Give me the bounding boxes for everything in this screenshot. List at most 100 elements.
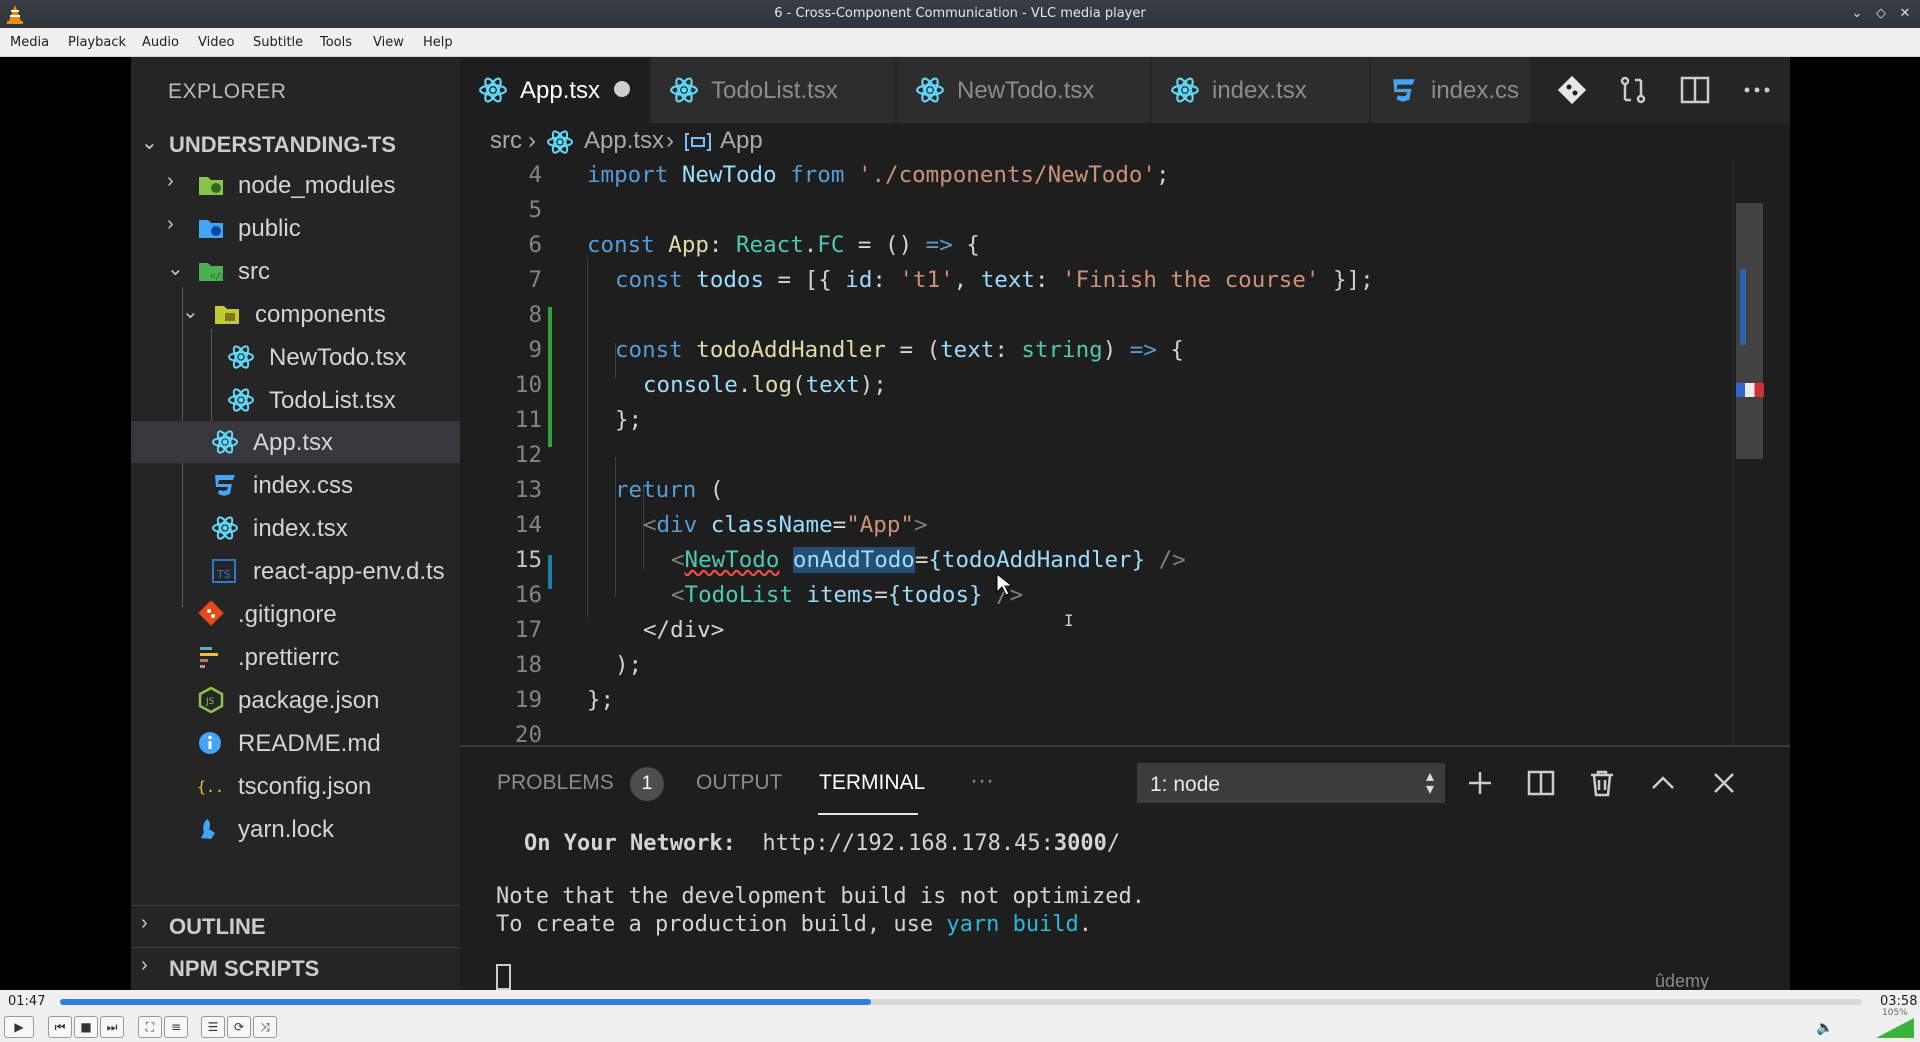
previous-button[interactable]: ⏮	[48, 1016, 72, 1038]
volume-fill	[1876, 1018, 1914, 1038]
extended-settings-button[interactable]: ≡	[164, 1016, 188, 1038]
tree-item-components[interactable]: ⌄ components	[131, 293, 460, 335]
tab-index-css[interactable]: index.cs	[1371, 57, 1531, 123]
speaker-icon[interactable]: 🔈	[1816, 1020, 1833, 1036]
text-cursor-icon: I	[1064, 611, 1074, 630]
next-button[interactable]: ⏭	[100, 1016, 124, 1038]
tree-item-react-app-env[interactable]: TS react-app-env.d.ts	[131, 550, 460, 592]
window-titlebar: 6 - Cross-Component Communication - VLC …	[0, 0, 1920, 28]
menu-audio[interactable]: Audio	[142, 35, 179, 50]
line-number: 20	[514, 722, 542, 745]
menu-view[interactable]: View	[373, 35, 404, 50]
git-compare-icon[interactable]	[1555, 73, 1589, 107]
tree-item-prettierrc[interactable]: .prettierrc	[131, 636, 460, 678]
react-icon	[228, 388, 254, 412]
tab-newtodo-tsx[interactable]: NewTodo.tsx	[897, 57, 1151, 123]
tab-index-tsx[interactable]: index.tsx	[1152, 57, 1370, 123]
fullscreen-button[interactable]: ⛶	[138, 1016, 162, 1038]
loop-button[interactable]: ⟳	[227, 1016, 251, 1038]
outline-section[interactable]: › OUTLINE	[131, 905, 460, 945]
menu-tools[interactable]: Tools	[320, 35, 352, 50]
seek-bar-fill	[60, 999, 871, 1005]
code-editor: App.tsx TodoList.tsx NewTodo.tsx index.t…	[460, 57, 1790, 745]
tree-item-yarn-lock[interactable]: yarn.lock	[131, 808, 460, 850]
menu-video[interactable]: Video	[198, 35, 234, 50]
tree-item-gitignore[interactable]: .gitignore	[131, 593, 460, 635]
project-header[interactable]: ⌄ UNDERSTANDING-TS	[131, 123, 460, 163]
menu-subtitle[interactable]: Subtitle	[253, 35, 303, 50]
tree-item-todolist[interactable]: TodoList.tsx	[131, 379, 460, 421]
panel-tab-output[interactable]: OUTPUT	[696, 771, 782, 795]
restore-button[interactable]: ◇	[1872, 5, 1890, 23]
code-line: 9 const todoAddHandler = (text: string) =…	[460, 334, 1730, 369]
code-area[interactable]: 4 import NewTodo from './components/NewTo…	[460, 159, 1790, 745]
code-line: 16 <TodoList items={todos} />	[460, 579, 1730, 614]
tab-todolist-tsx[interactable]: TodoList.tsx	[651, 57, 896, 123]
tree-item-label: node_modules	[238, 172, 396, 199]
shuffle-button[interactable]: ⤨	[253, 1016, 277, 1038]
tree-item-index-tsx[interactable]: index.tsx	[131, 507, 460, 549]
active-tab-indicator	[818, 813, 918, 815]
panel-more-icon[interactable]: ···	[970, 767, 994, 795]
folder-components-icon	[215, 306, 239, 324]
chevron-up-icon[interactable]	[1647, 767, 1679, 799]
tree-item-newtodo[interactable]: NewTodo.tsx	[131, 336, 460, 378]
tree-item-app[interactable]: App.tsx	[131, 421, 460, 463]
split-terminal-icon[interactable]	[1525, 767, 1557, 799]
tree-item-label: .gitignore	[238, 601, 337, 628]
symbol-variable-icon	[685, 133, 711, 151]
react-icon	[547, 130, 573, 154]
plus-icon[interactable]	[1464, 767, 1496, 799]
code-line: 6 const App: React.FC = () => {	[460, 229, 1730, 264]
video-area[interactable]: EXPLORER ⌄ UNDERSTANDING-TS › node_modul…	[0, 57, 1920, 990]
menu-help[interactable]: Help	[423, 35, 453, 50]
code-line: 13 return (	[460, 474, 1730, 509]
open-changes-icon[interactable]	[1616, 73, 1650, 107]
svg-text:TS: TS	[216, 568, 231, 581]
split-editor-icon[interactable]	[1678, 73, 1712, 107]
panel-tab-terminal[interactable]: TERMINAL	[819, 771, 925, 795]
tree-item-readme[interactable]: README.md	[131, 722, 460, 764]
tree-item-src[interactable]: ⌄ </> src	[131, 250, 460, 292]
unsaved-dot-icon[interactable]	[614, 81, 630, 97]
seek-bar[interactable]	[60, 999, 1862, 1005]
breadcrumb-separator: ›	[528, 127, 536, 154]
prettier-icon	[200, 647, 218, 668]
terminal-cursor	[496, 964, 511, 990]
volume-slider[interactable]	[1876, 1018, 1914, 1038]
editor-scrollbar[interactable]	[1733, 159, 1764, 745]
breadcrumb-file[interactable]: App.tsx	[584, 127, 664, 155]
code-line-current: 15 <NewTodo onAddTodo={todoAddHandler} />	[460, 544, 1730, 579]
panel-tab-problems[interactable]: PROBLEMS	[497, 771, 614, 795]
tree-item-public[interactable]: › public	[131, 207, 460, 249]
css-icon	[1393, 79, 1415, 102]
breadcrumb-symbol[interactable]: App	[720, 127, 763, 155]
tree-item-index-css[interactable]: index.css	[131, 464, 460, 506]
trash-icon[interactable]	[1586, 767, 1618, 799]
menu-media[interactable]: Media	[10, 35, 49, 50]
close-panel-icon[interactable]	[1708, 767, 1740, 799]
menu-playback[interactable]: Playback	[68, 35, 126, 50]
playlist-button[interactable]: ☰	[201, 1016, 225, 1038]
code-line: 17 </div>	[460, 614, 1730, 649]
breadcrumb-folder[interactable]: src	[490, 127, 522, 155]
tree-item-node-modules[interactable]: › node_modules	[131, 164, 460, 206]
code-text: };	[615, 407, 643, 433]
npm-scripts-section[interactable]: › NPM SCRIPTS	[131, 947, 460, 987]
tree-item-tsconfig[interactable]: {..} tsconfig.json	[131, 765, 460, 807]
terminal-select[interactable]: 1: node ▴ ▾	[1137, 763, 1445, 803]
stop-button[interactable]: ■	[74, 1016, 98, 1038]
breadcrumb-separator: ›	[666, 127, 674, 154]
close-button[interactable]: ✕	[1896, 5, 1914, 23]
line-number: 4	[528, 162, 542, 188]
react-icon	[670, 77, 698, 103]
terminal-note-line: Note that the development build is not o…	[496, 884, 1146, 909]
minimize-button[interactable]: ⌄	[1848, 5, 1866, 23]
video-frame-vscode: EXPLORER ⌄ UNDERSTANDING-TS › node_modul…	[131, 57, 1790, 990]
select-arrows-icon: ▴ ▾	[1425, 768, 1434, 798]
play-button[interactable]: ▶	[4, 1016, 34, 1038]
project-name: UNDERSTANDING-TS	[169, 132, 396, 157]
tab-app-tsx[interactable]: App.tsx	[460, 57, 650, 123]
more-actions-icon[interactable]	[1740, 73, 1774, 107]
tree-item-package-json[interactable]: JS package.json	[131, 679, 460, 721]
